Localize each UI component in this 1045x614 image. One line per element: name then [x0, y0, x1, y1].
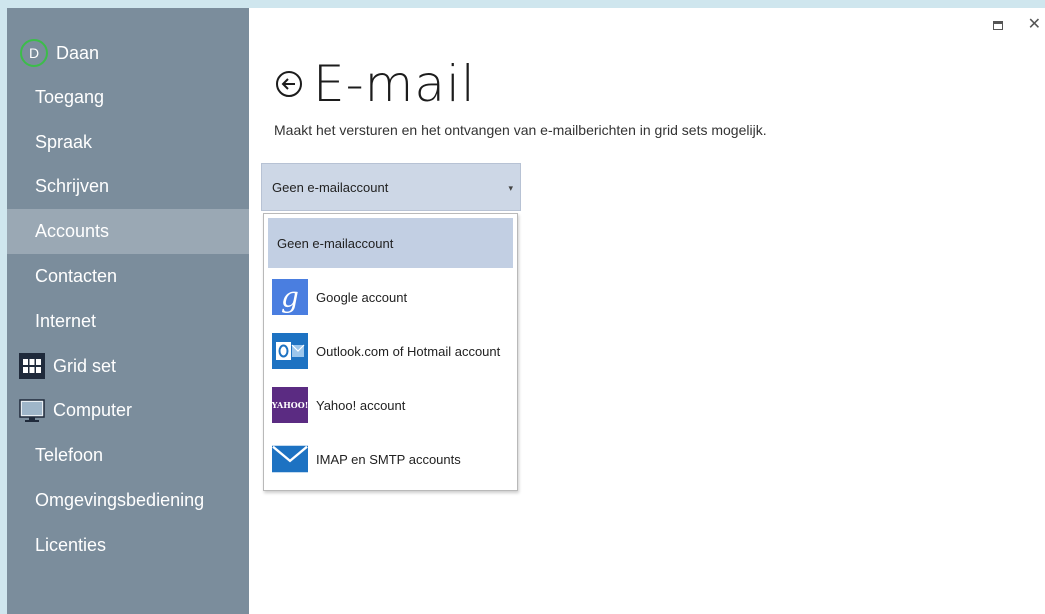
sidebar-item-label: Grid set [53, 355, 117, 376]
page-description: Maakt het versturen en het ontvangen van… [274, 122, 767, 138]
option-label: Geen e-mailaccount [277, 235, 394, 251]
mail-envelope-icon [272, 441, 308, 477]
option-imap-smtp-accounts[interactable]: IMAP en SMTP accounts [268, 432, 513, 486]
email-account-select[interactable]: Geen e-mailaccount ▾ [261, 163, 521, 211]
user-profile[interactable]: D Daan [7, 32, 249, 74]
computer-icon [19, 398, 45, 424]
back-arrow-icon [276, 71, 302, 97]
sidebar-item-grid-set[interactable]: Grid set [7, 344, 249, 389]
maximize-button[interactable] [993, 16, 1003, 34]
sidebar-item-label: Contacten [35, 266, 118, 287]
sidebar-item-contacten[interactable]: Contacten [7, 254, 249, 299]
grid-set-icon [19, 353, 45, 380]
sidebar-item-label: Internet [35, 310, 97, 331]
sidebar-item-label: Telefoon [35, 445, 104, 466]
select-value: Geen e-mailaccount [272, 179, 389, 195]
sidebar-item-label: Schrijven [35, 176, 110, 197]
sidebar-item-label: Computer [53, 400, 133, 421]
close-button[interactable]: ✕ [1028, 14, 1041, 33]
sidebar-item-label: Toegang [35, 86, 105, 107]
sidebar-item-label: Omgevingsbediening [35, 490, 205, 511]
option-google-account[interactable]: g Google account [268, 270, 513, 324]
sidebar-item-telefoon[interactable]: Telefoon [7, 433, 249, 478]
option-geen-emailaccount[interactable]: Geen e-mailaccount [268, 218, 513, 268]
sidebar-item-label: Spraak [35, 131, 93, 152]
yahoo-icon: YAHOO! [272, 387, 308, 423]
sidebar-item-label: Licenties [35, 534, 107, 555]
option-label: Outlook.com of Hotmail account [316, 343, 501, 359]
sidebar-item-label: Accounts [35, 221, 110, 242]
sidebar-item-internet[interactable]: Internet [7, 299, 249, 344]
account-dropdown-list: Geen e-mailaccount g Google account Outl… [263, 213, 518, 491]
option-outlook-account[interactable]: Outlook.com of Hotmail account [268, 324, 513, 378]
sidebar-item-spraak[interactable]: Spraak [7, 120, 249, 165]
option-label: IMAP en SMTP accounts [316, 451, 461, 467]
maximize-icon [993, 21, 1003, 30]
page-header: E-mail [274, 54, 476, 114]
sidebar-item-computer[interactable]: Computer [7, 389, 249, 434]
sidebar-item-toegang[interactable]: Toegang [7, 75, 249, 120]
sidebar: D Daan Toegang Spraak Schrijven Accounts… [7, 8, 249, 614]
sidebar-item-accounts[interactable]: Accounts [7, 209, 249, 255]
dropdown-chevron-icon: ▾ [508, 183, 513, 193]
outlook-icon [272, 333, 308, 369]
user-name: Daan [56, 42, 100, 63]
close-icon: ✕ [1027, 14, 1041, 33]
sidebar-item-schrijven[interactable]: Schrijven [7, 165, 249, 210]
sidebar-item-licenties[interactable]: Licenties [7, 523, 249, 568]
google-icon: g [272, 279, 308, 315]
option-label: Yahoo! account [316, 397, 406, 413]
app-window: D Daan Toegang Spraak Schrijven Accounts… [7, 8, 1045, 614]
back-button[interactable] [274, 69, 304, 99]
avatar: D [20, 39, 48, 67]
option-yahoo-account[interactable]: YAHOO! Yahoo! account [268, 378, 513, 432]
page-title: E-mail [313, 55, 476, 113]
sidebar-item-omgevingsbediening[interactable]: Omgevingsbediening [7, 478, 249, 523]
option-label: Google account [316, 289, 408, 305]
